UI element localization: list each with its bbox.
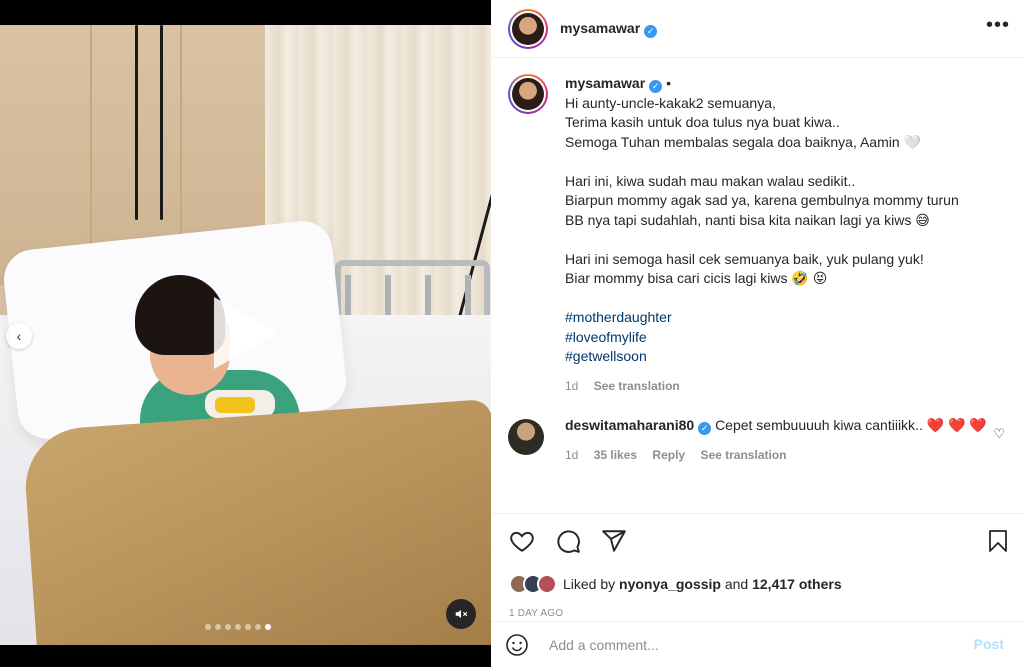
- caption-avatar[interactable]: [508, 74, 548, 114]
- carousel-dot: [215, 624, 221, 630]
- instagram-post-modal: ‹ mysamawar ✓ ••• mysamawar ✓ • Hi aunty…: [0, 0, 1024, 667]
- caption-meta: 1d See translation: [565, 377, 1005, 397]
- comment-time[interactable]: 1d: [565, 448, 578, 462]
- caption-line: Hi aunty-uncle-kakak2 semuanya,: [565, 94, 776, 111]
- carousel-dot: [255, 624, 261, 630]
- caption-line: Hari ini semoga hasil cek semuanya baik,…: [565, 250, 924, 267]
- liker-avatar[interactable]: [537, 574, 557, 594]
- see-translation-link[interactable]: See translation: [594, 379, 680, 393]
- post-media[interactable]: ‹: [0, 0, 491, 667]
- carousel-dot: [235, 624, 241, 630]
- post-time-ago[interactable]: 1 DAY AGO: [509, 608, 563, 619]
- post-details-panel: mysamawar ✓ ••• mysamawar ✓ • Hi aunty-unc…: [491, 0, 1024, 667]
- verified-badge-icon: ✓: [698, 422, 712, 435]
- liked-by-user[interactable]: nyonya_gossip: [619, 576, 721, 592]
- comments-scroll-area[interactable]: mysamawar ✓ • Hi aunty-uncle-kakak2 semua…: [491, 58, 1024, 513]
- comment-hearts: ❤️ ❤️ ❤️: [926, 417, 987, 433]
- carousel-dots: [205, 624, 271, 630]
- caption-username[interactable]: mysamawar: [565, 75, 645, 91]
- share-icon[interactable]: [601, 528, 627, 554]
- carousel-dot: [245, 624, 251, 630]
- carousel-prev-button[interactable]: ‹: [6, 323, 32, 349]
- bookmark-icon[interactable]: [986, 528, 1010, 554]
- chevron-left-icon: ‹: [16, 328, 22, 344]
- avatar[interactable]: [508, 8, 548, 49]
- verified-badge-icon: ✓: [644, 24, 658, 38]
- header-username[interactable]: mysamawar ✓: [560, 20, 658, 38]
- hashtag-link[interactable]: #motherdaughter: [565, 308, 1005, 328]
- carousel-dot: [205, 624, 211, 630]
- carousel-dot: [225, 624, 231, 630]
- speaker-muted-icon: [455, 609, 468, 619]
- post-header: mysamawar ✓ •••: [491, 0, 1024, 58]
- emoji-icon[interactable]: [505, 633, 529, 657]
- more-options-icon[interactable]: •••: [986, 14, 1010, 37]
- comment-meta: 1d 35 likes Reply See translation: [565, 446, 990, 466]
- likes-and: and: [724, 576, 749, 592]
- carousel-dot: [265, 624, 271, 630]
- username-text[interactable]: mysamawar: [560, 20, 640, 36]
- caption-line: Hari ini, kiwa sudah mau makan walau sed…: [565, 172, 856, 189]
- add-comment-bar: Post: [491, 621, 1024, 667]
- hashtag-link[interactable]: #getwellsoon: [565, 347, 1005, 367]
- reply-button[interactable]: Reply: [652, 448, 685, 462]
- caption-line: Biar mommy bisa cari cicis lagi kiws 🤣 😝: [565, 270, 828, 286]
- comment-body: deswitamaharani80 ✓ Cepet sembuuuuh kiwa …: [565, 416, 990, 465]
- play-icon[interactable]: [214, 297, 278, 369]
- caption-line: BB nya tapi sudahlah, nanti bisa kita na…: [565, 211, 930, 228]
- liked-by-text: Liked by: [563, 576, 616, 592]
- caption-dot: •: [666, 75, 671, 91]
- comment-input[interactable]: [549, 636, 949, 653]
- comment-item: deswitamaharani80 ✓ Cepet sembuuuuh kiwa …: [508, 416, 1008, 465]
- post-comment-button[interactable]: Post: [974, 636, 1004, 652]
- hashtag-link[interactable]: #loveofmylife: [565, 328, 1005, 348]
- caption-line: Biarpun mommy agak sad ya, karena gembul…: [565, 192, 959, 208]
- comment-like-heart-icon[interactable]: ♡: [993, 426, 1005, 442]
- commenter-username[interactable]: deswitamaharani80: [565, 417, 694, 433]
- caption: mysamawar ✓ • Hi aunty-uncle-kakak2 semua…: [508, 74, 1008, 396]
- likes-others-link[interactable]: 12,417 others: [752, 576, 842, 592]
- caption-line: Terima kasih untuk doa tulus nya buat ki…: [565, 114, 840, 130]
- comment-likes[interactable]: 35 likes: [594, 448, 637, 462]
- caption-line: Semoga Tuhan membalas segala doa baiknya…: [565, 133, 921, 150]
- mute-button[interactable]: [446, 599, 476, 629]
- caption-body: mysamawar ✓ • Hi aunty-uncle-kakak2 semua…: [565, 74, 1005, 396]
- comment-icon[interactable]: [555, 528, 581, 554]
- heart-icon[interactable]: [509, 528, 535, 554]
- comment-text: Cepet sembuuuuh kiwa cantiiikk..: [715, 417, 923, 433]
- likes-summary: Liked by nyonya_gossip and 12,417 others: [509, 574, 842, 594]
- caption-time[interactable]: 1d: [565, 379, 578, 393]
- commenter-avatar[interactable]: [508, 419, 544, 455]
- verified-badge-icon: ✓: [649, 80, 663, 93]
- comment-see-translation[interactable]: See translation: [700, 448, 786, 462]
